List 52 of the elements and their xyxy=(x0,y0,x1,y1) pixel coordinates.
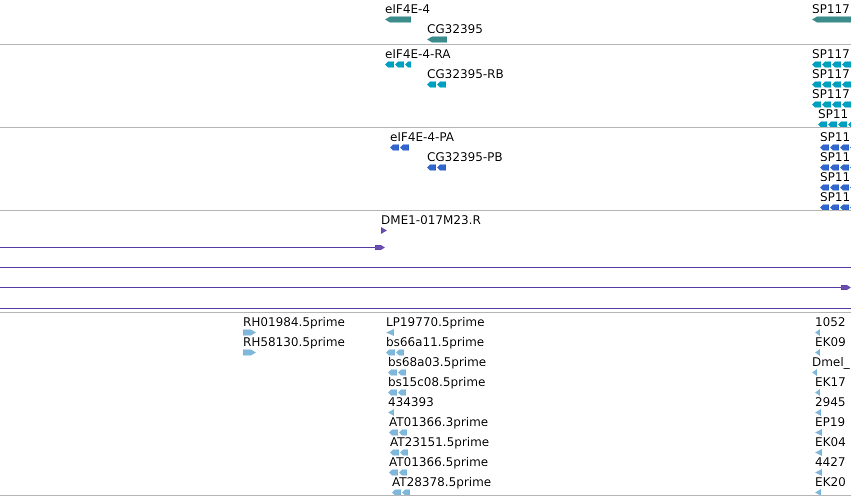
feature-label: SP11 xyxy=(820,170,850,184)
feature-label: SP117 xyxy=(812,67,850,81)
feature-label: eIF4E-4-RA xyxy=(385,47,450,61)
feature-label: EK17 xyxy=(815,375,846,389)
feature-glyph[interactable] xyxy=(812,61,851,68)
feature-label: EK04 xyxy=(815,435,846,449)
feature-label: AT01366.3prime xyxy=(389,415,488,429)
feature-label: SP11 xyxy=(820,130,850,144)
feature-label: eIF4E-4 xyxy=(385,2,430,16)
feature-label: bs15c08.5prime xyxy=(388,375,486,389)
feature-label: AT01366.5prime xyxy=(389,455,488,469)
feature-glyph[interactable] xyxy=(812,101,851,108)
feature-label: SP117 xyxy=(812,2,850,16)
feature-glyph[interactable] xyxy=(812,81,851,88)
feature-label: CG32395 xyxy=(427,22,483,36)
feature-glyph[interactable] xyxy=(381,227,387,234)
feature-label: RH01984.5prime xyxy=(243,315,345,329)
feature-label: AT23151.5prime xyxy=(390,435,490,449)
feature-label: SP117 xyxy=(812,87,850,101)
feature-label: 2945 xyxy=(815,395,846,409)
feature-label: bs66a11.5prime xyxy=(386,335,484,349)
feature-label: AT28378.5prime xyxy=(392,475,492,489)
feature-label: Dmel_ xyxy=(812,355,850,369)
feature-label: 4427 xyxy=(815,455,846,469)
feature-glyph[interactable] xyxy=(390,144,410,151)
feature-label: DME1-017M23.R xyxy=(381,213,481,227)
feature-label: eIF4E-4-PA xyxy=(390,130,454,144)
feature-glyph[interactable] xyxy=(820,164,851,171)
feature-label: SP11 xyxy=(820,190,850,204)
feature-glyph[interactable] xyxy=(427,81,447,88)
feature-label: RH58130.5prime xyxy=(243,335,345,349)
feature-label: CG32395-RB xyxy=(427,67,504,81)
feature-label: SP11 xyxy=(818,107,848,121)
feature-label: LP19770.5prime xyxy=(386,315,485,329)
feature-glyph[interactable] xyxy=(820,204,851,210)
feature-label: SP117 xyxy=(812,47,850,61)
feature-glyph[interactable] xyxy=(427,164,447,171)
feature-glyph[interactable] xyxy=(427,36,447,43)
feature-glyph[interactable] xyxy=(820,144,851,151)
feature-glyph[interactable] xyxy=(812,16,851,23)
feature-label: 1052 xyxy=(815,315,846,329)
feature-glyph[interactable] xyxy=(385,61,411,68)
feature-label: 434393 xyxy=(388,395,434,409)
feature-glyph[interactable] xyxy=(385,16,411,23)
feature-label: EP19 xyxy=(815,415,846,429)
feature-label: SP11 xyxy=(820,150,850,164)
feature-label: EK20 xyxy=(815,475,846,489)
feature-label: bs68a03.5prime xyxy=(388,355,486,369)
feature-glyph[interactable] xyxy=(820,184,851,191)
feature-label: CG32395-PB xyxy=(427,150,503,164)
feature-glyph[interactable] xyxy=(818,121,851,127)
feature-label: EK09 xyxy=(815,335,846,349)
